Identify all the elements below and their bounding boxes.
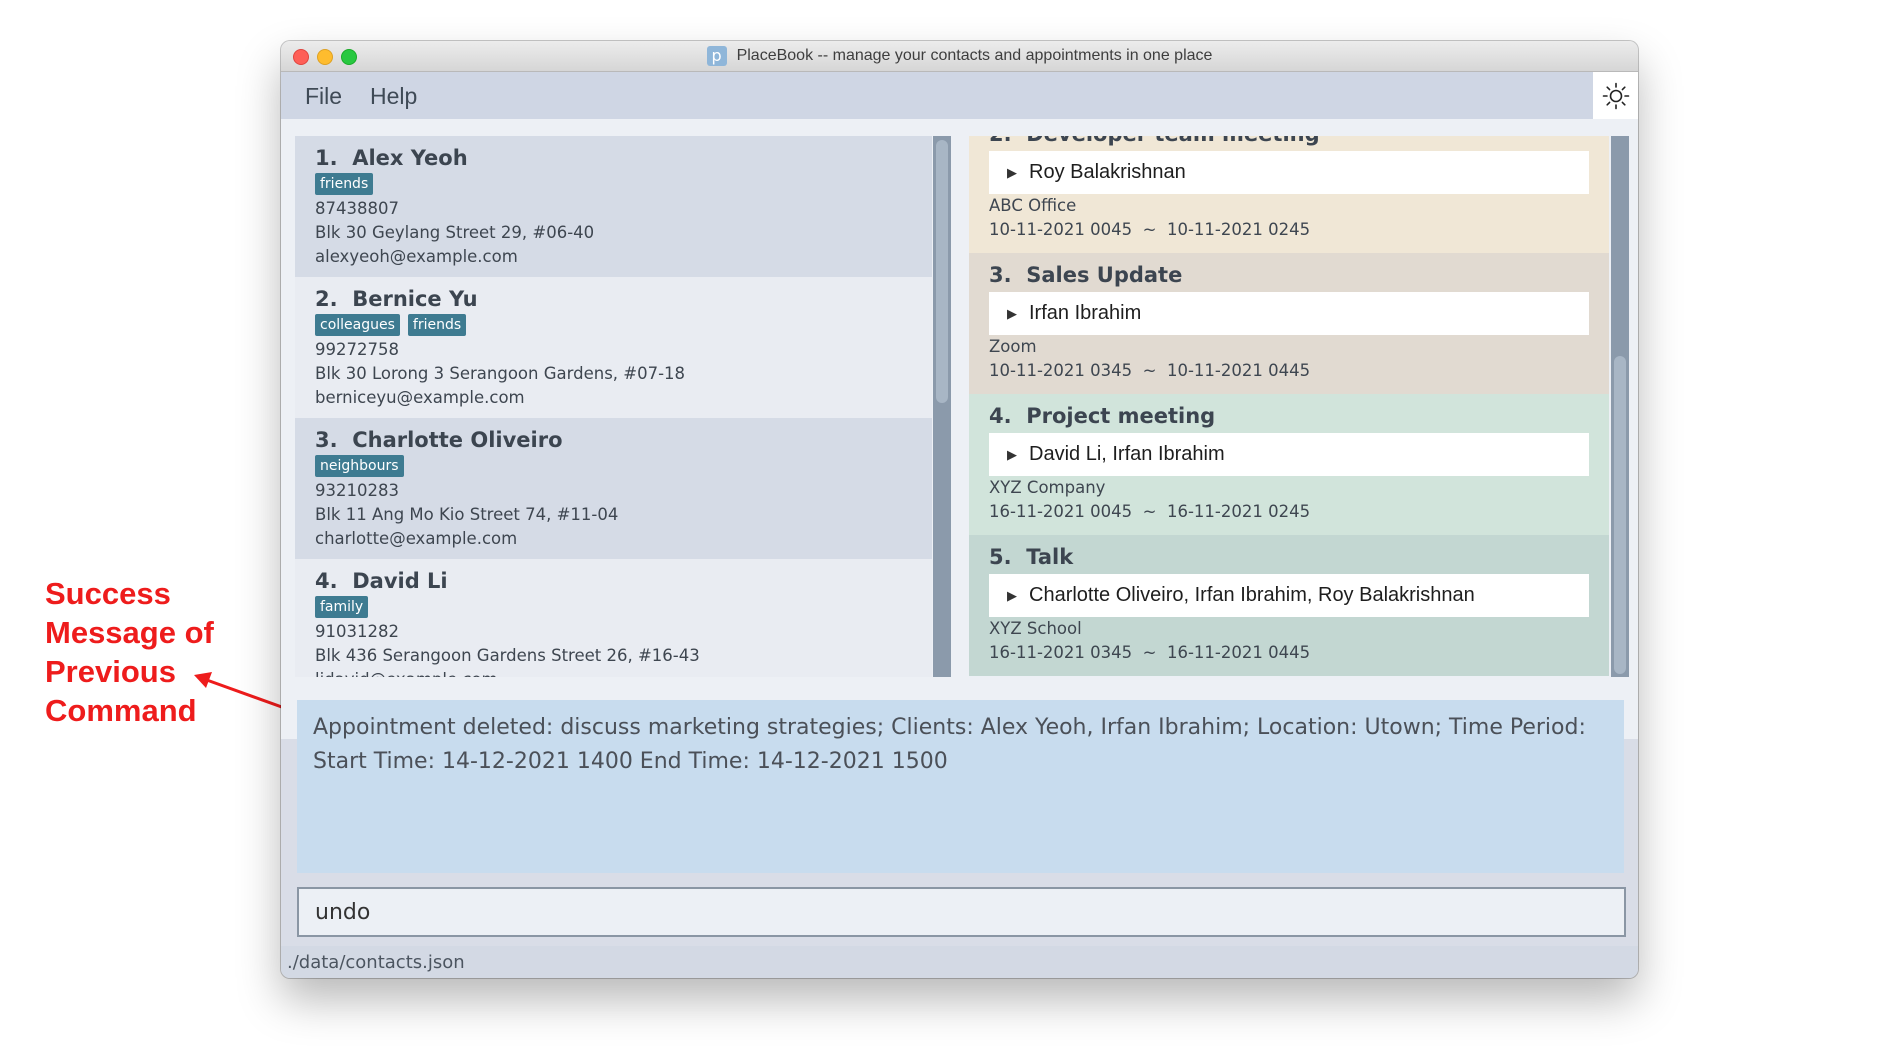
contact-name: 1. Alex Yeoh: [315, 146, 468, 170]
appointment-time: 10-11-2021 0345 ~ 10-11-2021 0445: [989, 361, 1311, 380]
appointment-list-scroll-thumb[interactable]: [1614, 356, 1626, 674]
result-display: Appointment deleted: discuss marketing s…: [297, 700, 1624, 873]
appointment-time: 10-11-2021 0045 ~ 10-11-2021 0245: [989, 220, 1311, 239]
status-bar: ./data/contacts.json: [281, 946, 1638, 978]
window-title: PlaceBook -- manage your contacts and ap…: [736, 47, 1213, 64]
appointment-location: XYZ School: [989, 619, 1082, 638]
contact-email: berniceyu@example.com: [315, 388, 525, 407]
contact-tags: friends: [315, 173, 932, 197]
appointment-clients: David Li, Irfan Ibrahim: [1029, 443, 1225, 465]
appointment-title: 4. Project meeting: [989, 404, 1216, 428]
appointment-list[interactable]: 2. Developer team meeting ▶ Roy Balakris…: [969, 136, 1609, 677]
appointment-location: XYZ Company: [989, 478, 1106, 497]
contact-phone: 99272758: [315, 340, 399, 359]
appointment-clients: Roy Balakrishnan: [1029, 161, 1186, 183]
contact-list-scroll-thumb[interactable]: [936, 140, 948, 403]
appointment-clients-dropdown[interactable]: ▶ Roy Balakrishnan: [989, 151, 1589, 194]
contact-address: Blk 30 Lorong 3 Serangoon Gardens, #07-1…: [315, 364, 686, 383]
appointment-title: 5. Talk: [989, 545, 1074, 569]
title-bar: p PlaceBook -- manage your contacts and …: [281, 41, 1638, 72]
contact-email: alexyeoh@example.com: [315, 247, 518, 266]
command-box[interactable]: [297, 887, 1626, 937]
appointment-clients-dropdown[interactable]: ▶ David Li, Irfan Ibrahim: [989, 433, 1589, 476]
app-icon: p: [706, 46, 727, 66]
sun-icon: [1602, 82, 1629, 109]
appointment-title: 3. Sales Update: [989, 263, 1183, 287]
appointment-card[interactable]: 2. Developer team meeting ▶ Roy Balakris…: [969, 136, 1609, 253]
menu-file[interactable]: File: [305, 83, 342, 110]
appointment-location: Zoom: [989, 337, 1037, 356]
contact-address: Blk 11 Ang Mo Kio Street 74, #11-04: [315, 505, 619, 524]
app-window: p PlaceBook -- manage your contacts and …: [281, 41, 1638, 978]
tag-badge: colleagues: [315, 314, 400, 336]
contact-tags: family: [315, 596, 932, 620]
contact-name: 4. David Li: [315, 569, 448, 593]
theme-toggle-button[interactable]: [1593, 72, 1638, 119]
appointment-time: 16-11-2021 0345 ~ 16-11-2021 0445: [989, 643, 1311, 662]
contact-address: Blk 30 Geylang Street 29, #06-40: [315, 223, 595, 242]
contact-tags: neighbours: [315, 455, 932, 479]
tag-badge: family: [315, 596, 369, 618]
contact-card[interactable]: 4. David Li family 91031282 Blk 436 Sera…: [295, 559, 932, 677]
expand-arrow-icon: ▶: [1007, 587, 1017, 603]
contact-card[interactable]: 3. Charlotte Oliveiro neighbours 9321028…: [295, 418, 932, 559]
appointment-clients: Charlotte Oliveiro, Irfan Ibrahim, Roy B…: [1029, 584, 1475, 606]
contact-card[interactable]: 1. Alex Yeoh friends 87438807 Blk 30 Gey…: [295, 136, 932, 277]
annotation-line: Success: [45, 576, 171, 611]
appointment-clients-dropdown[interactable]: ▶ Charlotte Oliveiro, Irfan Ibrahim, Roy…: [989, 574, 1589, 617]
contact-email: charlotte@example.com: [315, 529, 518, 548]
expand-arrow-icon: ▶: [1007, 164, 1017, 180]
appointment-clients: Irfan Ibrahim: [1029, 302, 1142, 324]
result-message: Appointment deleted: discuss marketing s…: [313, 715, 1586, 774]
tag-badge: neighbours: [315, 455, 404, 477]
menu-help[interactable]: Help: [370, 83, 417, 110]
appointment-location: ABC Office: [989, 196, 1077, 215]
contact-address: Blk 436 Serangoon Gardens Street 26, #16…: [315, 646, 700, 665]
contact-phone: 91031282: [315, 622, 399, 641]
annotation-line: Message of: [45, 615, 214, 650]
appointment-time: 16-11-2021 0045 ~ 16-11-2021 0245: [989, 502, 1311, 521]
tag-badge: friends: [407, 314, 467, 336]
appointment-title: 2. Developer team meeting: [989, 136, 1609, 149]
expand-arrow-icon: ▶: [1007, 446, 1017, 462]
contact-phone: 87438807: [315, 199, 399, 218]
contact-name: 2. Bernice Yu: [315, 287, 478, 311]
appointment-clients-dropdown[interactable]: ▶ Irfan Ibrahim: [989, 292, 1589, 335]
appointment-card[interactable]: 3. Sales Update ▶ Irfan Ibrahim Zoom 10-…: [969, 253, 1609, 394]
contact-name: 3. Charlotte Oliveiro: [315, 428, 563, 452]
command-input[interactable]: [315, 899, 1595, 925]
contact-tags: colleagues friends: [315, 314, 932, 338]
menu-bar: File Help: [281, 72, 1638, 119]
appointment-card[interactable]: 5. Talk ▶ Charlotte Oliveiro, Irfan Ibra…: [969, 535, 1609, 676]
tag-badge: friends: [315, 173, 374, 195]
save-file-path: ./data/contacts.json: [287, 952, 465, 973]
contact-email: lidavid@example.com: [315, 668, 932, 677]
contact-phone: 93210283: [315, 481, 399, 500]
contact-list[interactable]: 1. Alex Yeoh friends 87438807 Blk 30 Gey…: [295, 136, 932, 677]
expand-arrow-icon: ▶: [1007, 305, 1017, 321]
appointment-card[interactable]: 4. Project meeting ▶ David Li, Irfan Ibr…: [969, 394, 1609, 535]
contact-card[interactable]: 2. Bernice Yu colleagues friends 9927275…: [295, 277, 932, 418]
